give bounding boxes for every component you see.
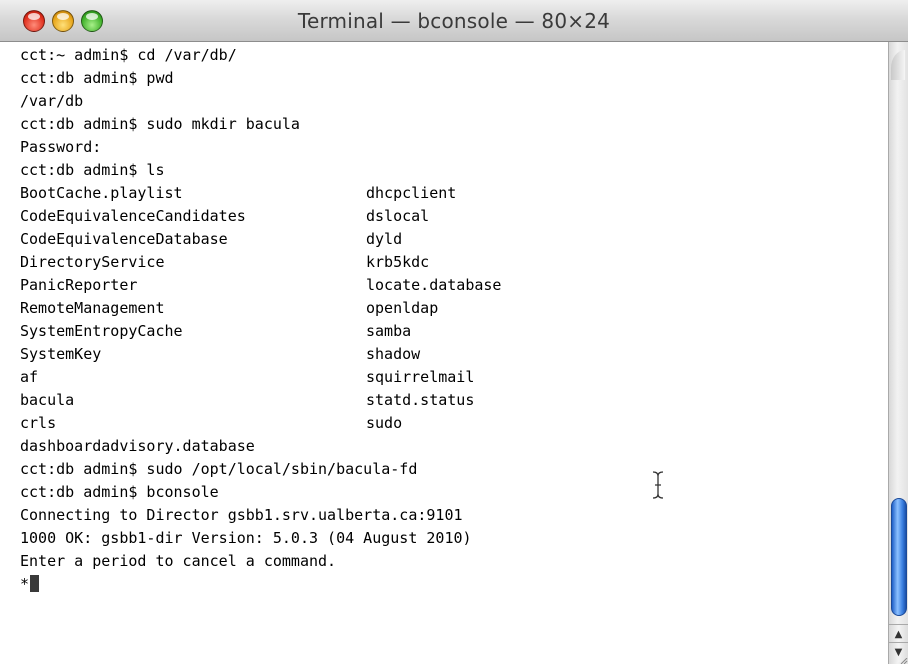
terminal-line: Password: xyxy=(20,136,472,159)
listing-entry: openldap xyxy=(366,299,439,317)
terminal-line: cct:db admin$ ls xyxy=(20,159,472,182)
line-text: cct:db admin$ bconsole xyxy=(20,483,219,501)
listing-entry: CodeEquivalenceCandidates xyxy=(20,207,246,225)
vertical-scrollbar[interactable]: ▲ ▼ xyxy=(888,42,908,664)
scrollbar-thumb[interactable] xyxy=(891,498,907,616)
listing-entry: sudo xyxy=(366,414,403,432)
listing-entry: dashboardadvisory.database xyxy=(20,437,255,455)
line-text: cct:~ admin$ cd /var/db/ xyxy=(20,46,237,64)
listing-entry: dslocal xyxy=(366,207,430,225)
prompt-line[interactable]: * xyxy=(20,573,472,596)
resize-grip-icon[interactable] xyxy=(889,658,908,664)
window-title: Terminal — bconsole — 80×24 xyxy=(297,9,611,33)
terminal-line: 1000 OK: gsbb1-dir Version: 5.0.3 (04 Au… xyxy=(20,527,472,550)
listing-entry: af xyxy=(20,368,39,386)
listing-row: af squirrelmail xyxy=(20,366,475,389)
listing-entry: krb5kdc xyxy=(366,253,430,271)
listing-row: crls sudo xyxy=(20,412,472,435)
listing-entry: DirectoryService xyxy=(20,253,165,271)
listing-entry: squirrelmail xyxy=(366,368,475,386)
listing-entry: SystemKey xyxy=(20,345,102,363)
listing-entry: crls xyxy=(20,414,57,432)
listing-row: CodeEquivalenceCandidates dslocal xyxy=(20,205,472,228)
listing-entry: dyld xyxy=(366,230,403,248)
line-text: cct:db admin$ sudo mkdir bacula xyxy=(20,115,300,133)
scroll-up-arrow-icon[interactable]: ▲ xyxy=(889,624,908,644)
listing-entry: dhcpclient xyxy=(366,184,457,202)
line-text: cct:db admin$ sudo /opt/local/sbin/bacul… xyxy=(20,460,418,478)
listing-row: RemoteManagement openldap xyxy=(20,297,472,320)
line-text: /var/db xyxy=(20,92,84,110)
line-text: Connecting to Director gsbb1.srv.ualbert… xyxy=(20,506,463,524)
listing-entry: BootCache.playlist xyxy=(20,184,183,202)
line-text: cct:db admin$ ls xyxy=(20,161,165,179)
listing-row: bacula statd.status xyxy=(20,389,475,412)
line-text: Enter a period to cancel a command. xyxy=(20,552,337,570)
text-cursor xyxy=(30,575,40,592)
listing-row: SystemEntropyCache samba xyxy=(20,320,472,343)
listing-row: DirectoryService krb5kdc xyxy=(20,251,472,274)
listing-row: SystemKey shadow xyxy=(20,343,472,366)
title-bar[interactable]: Terminal — bconsole — 80×24 xyxy=(0,0,908,42)
scrollbar-track-cap xyxy=(891,50,905,80)
listing-entry: shadow xyxy=(366,345,421,363)
listing-row: CodeEquivalenceDatabase dyld xyxy=(20,228,472,251)
terminal-line: cct:db admin$ sudo mkdir bacula xyxy=(20,113,472,136)
terminal-line: cct:db admin$ bconsole xyxy=(20,481,472,504)
listing-entry: samba xyxy=(366,322,412,340)
line-text: Password: xyxy=(20,138,102,156)
listing-row: BootCache.playlist dhcpclient xyxy=(20,182,472,205)
line-text: cct:db admin$ pwd xyxy=(20,69,174,87)
terminal-output[interactable]: cct:~ admin$ cd /var/db/ cct:db admin$ p… xyxy=(0,42,888,664)
terminal-line: cct:db admin$ pwd xyxy=(20,67,472,90)
listing-row: dashboardadvisory.database xyxy=(20,435,472,458)
terminal-lines: cct:~ admin$ cd /var/db/ cct:db admin$ p… xyxy=(20,44,501,596)
listing-row: PanicReporter locate.database xyxy=(20,274,501,297)
ibeam-cursor-icon xyxy=(652,471,664,499)
listing-entry: CodeEquivalenceDatabase xyxy=(20,230,228,248)
prompt-text: * xyxy=(20,575,30,593)
listing-entry: PanicReporter xyxy=(20,276,138,294)
listing-entry: statd.status xyxy=(366,391,475,409)
listing-entry: bacula xyxy=(20,391,75,409)
terminal-line: cct:db admin$ sudo /opt/local/sbin/bacul… xyxy=(20,458,472,481)
terminal-window: Terminal — bconsole — 80×24 cct:~ admin$… xyxy=(0,0,908,664)
terminal-line: cct:~ admin$ cd /var/db/ xyxy=(20,44,472,67)
listing-entry: locate.database xyxy=(366,276,502,294)
line-text: 1000 OK: gsbb1-dir Version: 5.0.3 (04 Au… xyxy=(20,529,472,547)
listing-entry: SystemEntropyCache xyxy=(20,322,183,340)
listing-entry: RemoteManagement xyxy=(20,299,165,317)
terminal-line: Connecting to Director gsbb1.srv.ualbert… xyxy=(20,504,472,527)
terminal-line: Enter a period to cancel a command. xyxy=(20,550,472,573)
terminal-line: /var/db xyxy=(20,90,472,113)
